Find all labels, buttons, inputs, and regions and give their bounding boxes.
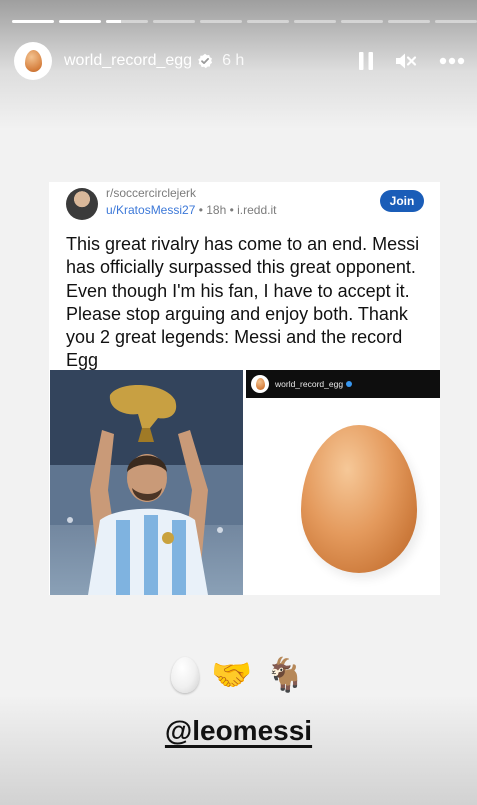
egg-photo-header: world_record_egg bbox=[246, 370, 440, 398]
avatar[interactable] bbox=[14, 42, 52, 80]
egg-emoji-icon bbox=[171, 657, 200, 693]
subreddit-name: r/soccercirclejerk bbox=[106, 186, 197, 200]
reddit-post-header: r/soccercirclejerk u/KratosMessi27 • 18h… bbox=[66, 186, 426, 222]
messi-trophy-photo bbox=[50, 370, 243, 595]
egg-mini-icon bbox=[255, 378, 265, 390]
progress-segment bbox=[341, 20, 383, 23]
reddit-username: u/KratosMessi27 bbox=[106, 203, 196, 217]
username[interactable]: world_record_egg bbox=[64, 52, 192, 70]
egg-avatar-icon bbox=[24, 50, 42, 72]
post-meta: u/KratosMessi27 • 18h • i.redd.it bbox=[106, 203, 277, 217]
progress-segment-fill bbox=[12, 20, 54, 23]
progress-segment bbox=[12, 20, 54, 23]
progress-segment-fill bbox=[59, 20, 101, 23]
egg-mini-avatar bbox=[251, 375, 269, 393]
progress-segment bbox=[247, 20, 289, 23]
mention-sticker-wrapper: @leomessi bbox=[0, 713, 477, 749]
story-progress-bars bbox=[12, 20, 477, 23]
progress-segment bbox=[435, 20, 477, 23]
story-header: world_record_egg 6 h bbox=[14, 41, 465, 81]
progress-segment bbox=[294, 20, 336, 23]
progress-segment bbox=[153, 20, 195, 23]
shared-post-card[interactable]: r/soccercirclejerk u/KratosMessi27 • 18h… bbox=[49, 182, 440, 595]
progress-segment-fill bbox=[106, 20, 121, 23]
story-controls bbox=[359, 52, 465, 70]
progress-segment bbox=[388, 20, 430, 23]
progress-segment bbox=[106, 20, 148, 23]
egg-photo-username: world_record_egg bbox=[275, 379, 344, 389]
join-button: Join bbox=[380, 190, 424, 212]
post-text: This great rivalry has come to an end. M… bbox=[66, 234, 420, 371]
post-time: 6 h bbox=[222, 52, 245, 69]
goat-emoji-icon: 🐐 bbox=[264, 655, 306, 694]
mention-sticker[interactable]: @leomessi bbox=[157, 713, 320, 749]
record-egg-photo: world_record_egg bbox=[246, 370, 440, 595]
post-meta-details: • 18h • i.redd.it bbox=[195, 203, 277, 217]
bottom-gradient bbox=[0, 695, 477, 805]
reddit-user-avatar bbox=[66, 188, 98, 220]
progress-segment bbox=[59, 20, 101, 23]
emoji-sticker: 🤝 🐐 bbox=[0, 655, 477, 695]
egg-icon bbox=[301, 425, 417, 573]
more-options-icon[interactable] bbox=[439, 57, 465, 65]
verified-badge-icon bbox=[197, 53, 213, 69]
mini-verified-icon bbox=[346, 381, 353, 387]
progress-segment bbox=[200, 20, 242, 23]
pause-icon[interactable] bbox=[359, 52, 373, 70]
mute-icon[interactable] bbox=[395, 52, 417, 70]
handshake-emoji-icon: 🤝 bbox=[211, 655, 253, 694]
